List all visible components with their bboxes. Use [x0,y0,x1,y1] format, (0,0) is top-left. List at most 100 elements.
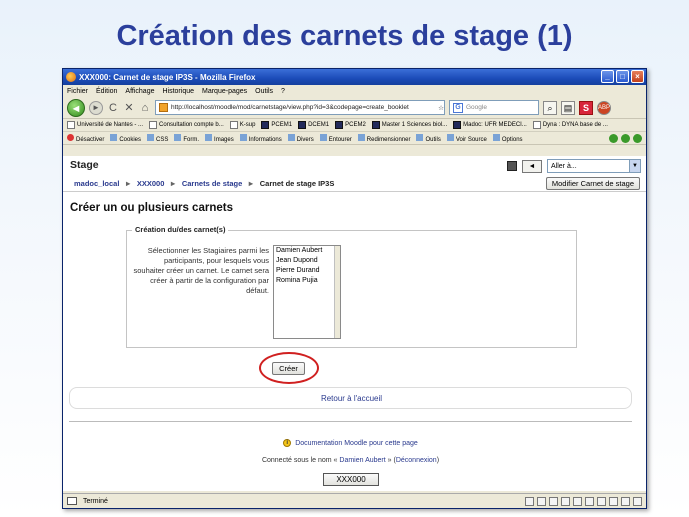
addon-icon[interactable] [597,497,606,506]
bookmark-item[interactable]: K-sup [229,121,255,129]
bookmark-item[interactable]: PCEM2 [335,121,366,129]
url-bar[interactable]: http://localhost/moodle/mod/carnetstage/… [155,100,445,115]
minimize-button[interactable]: _ [601,70,614,83]
book-icon[interactable] [507,161,517,171]
misc-icon [287,133,295,141]
modify-booklet-button[interactable]: Modifier Carnet de stage [545,177,640,190]
return-box: Retour à l'accueil [69,387,632,409]
menu-historique[interactable]: Historique [162,88,194,95]
bookmark-item[interactable]: DCEM1 [298,121,329,129]
course-home-button[interactable]: XXX000 [323,473,379,486]
search-input[interactable]: G Google [449,100,539,115]
breadcrumb-current: Carnet de stage IP3S [259,179,335,188]
breadcrumb-item[interactable]: Carnets de stage [182,179,242,188]
login-info: Connecté sous le nom « Damien Aubert » (… [261,457,440,464]
status-text: Terminé [83,497,108,505]
logout-link[interactable]: Déconnexion [396,457,437,464]
menu-fichier[interactable]: Fichier [67,88,88,95]
devtool-item[interactable]: Redimensionner [357,133,410,143]
fieldset-legend: Création du/des carnet(s) [132,225,229,234]
return-home-link[interactable]: Retour à l'accueil [70,394,633,403]
listbox-scrollbar[interactable] [334,246,340,338]
bookmark-item[interactable]: Université de Nantes - ... [67,121,143,129]
devtool-item[interactable]: Outils [416,133,441,143]
user-profile-link[interactable]: Damien Aubert [339,457,385,464]
list-item[interactable]: Jean Dupond [276,256,340,266]
previous-button[interactable]: ◄ [522,159,542,173]
page-icon [149,121,158,129]
devtool-item[interactable]: Cookies [110,133,141,143]
window-title: XXX000: Carnet de stage IP3S - Mozilla F… [79,72,256,82]
page-icon [229,121,238,129]
web-developer-toolbar: Désactiver Cookies CSS Form. Images Info… [63,132,646,145]
jump-to-select[interactable]: Aller à... ▼ [547,159,641,173]
bookmark-item[interactable]: Dyna : DYNA base de ... [532,121,608,129]
forward-arrow-icon[interactable]: ► [89,100,103,115]
breadcrumb-item[interactable]: madoc_local [74,179,119,188]
devtool-item[interactable]: Form. [174,133,199,143]
devtool-item[interactable]: Options [492,133,523,143]
menu-edition[interactable]: Édition [96,88,117,95]
menu-help[interactable]: ? [281,88,285,95]
breadcrumb-item[interactable]: XXX000 [137,179,165,188]
devtool-item[interactable]: Divers [287,133,314,143]
bookmark-item[interactable]: Madoc: UFR MEDECI... [453,121,527,129]
cookie-icon [110,133,118,141]
person-icon [532,121,541,129]
adblock-icon[interactable]: ABP [597,100,611,115]
downloads-icon[interactable]: ▤ [561,100,575,115]
site-icon [371,121,380,129]
devtool-item[interactable]: Voir Source [446,133,487,143]
devtool-item[interactable]: Entourer [319,133,352,143]
menu-marque-pages[interactable]: Marque-pages [202,88,247,95]
page-icon [67,121,75,129]
check-icon[interactable] [621,134,630,143]
bookmarks-toolbar: Université de Nantes - ... Consultation … [63,119,646,132]
instructions-text: Sélectionner les Stagiaires parmi les pa… [133,246,270,295]
addon-icon[interactable] [525,497,534,506]
close-button[interactable]: × [631,70,644,83]
list-item[interactable]: Pierre Durand [276,266,340,276]
devtool-item[interactable]: CSS [147,133,168,143]
addon-icon[interactable] [621,497,630,506]
list-item[interactable]: Damien Aubert [276,246,340,256]
addon-icon[interactable] [549,497,558,506]
stop-icon[interactable]: ✕ [123,101,135,114]
addon-icon[interactable] [537,497,546,506]
devtool-item[interactable]: Images [205,133,234,143]
star-icon[interactable]: ☆ [438,104,444,112]
addon-icon[interactable] [609,497,618,506]
menu-affichage[interactable]: Affichage [125,88,154,95]
home-icon[interactable]: ⌂ [139,102,151,114]
reload-icon[interactable]: C [107,102,119,114]
menu-outils[interactable]: Outils [255,88,273,95]
check-icon[interactable] [633,134,642,143]
site-icon [261,121,270,129]
devtool-item[interactable]: Désactiver [67,133,104,143]
stumble-icon[interactable]: S [579,100,593,115]
resize-icon [357,133,365,141]
bookmark-item[interactable]: Master 1 Sciences biol... [371,121,447,129]
menu-bar: Fichier Édition Affichage Historique Mar… [63,85,646,97]
tools-icon [416,133,424,141]
browser-window: XXX000: Carnet de stage IP3S - Mozilla F… [62,68,647,509]
list-item[interactable]: Romina Pujia [276,276,340,286]
addon-icon[interactable] [585,497,594,506]
devtool-item[interactable]: Informations [239,133,282,143]
bookmark-item[interactable]: PCEM1 [261,121,292,129]
participants-listbox[interactable]: Damien Aubert Jean Dupond Pierre Durand … [273,245,341,339]
create-button[interactable]: Créer [272,362,305,375]
search-placeholder: Google [466,104,487,111]
check-icon[interactable] [609,134,618,143]
back-arrow-icon[interactable]: ◄ [67,98,85,117]
search-icon[interactable]: ⌕ [543,100,557,115]
create-booklet-fieldset: Création du/des carnet(s) Sélectionner l… [126,225,577,348]
addon-icon[interactable] [573,497,582,506]
documentation-link[interactable]: Documentation Moodle pour cette page [295,440,418,447]
maximize-button[interactable]: □ [616,70,629,83]
bookmark-item[interactable]: Consultation compte b... [149,121,224,129]
addon-icon[interactable] [633,497,642,506]
image-icon [205,133,213,141]
disable-icon [67,133,74,141]
addon-icon[interactable] [561,497,570,506]
